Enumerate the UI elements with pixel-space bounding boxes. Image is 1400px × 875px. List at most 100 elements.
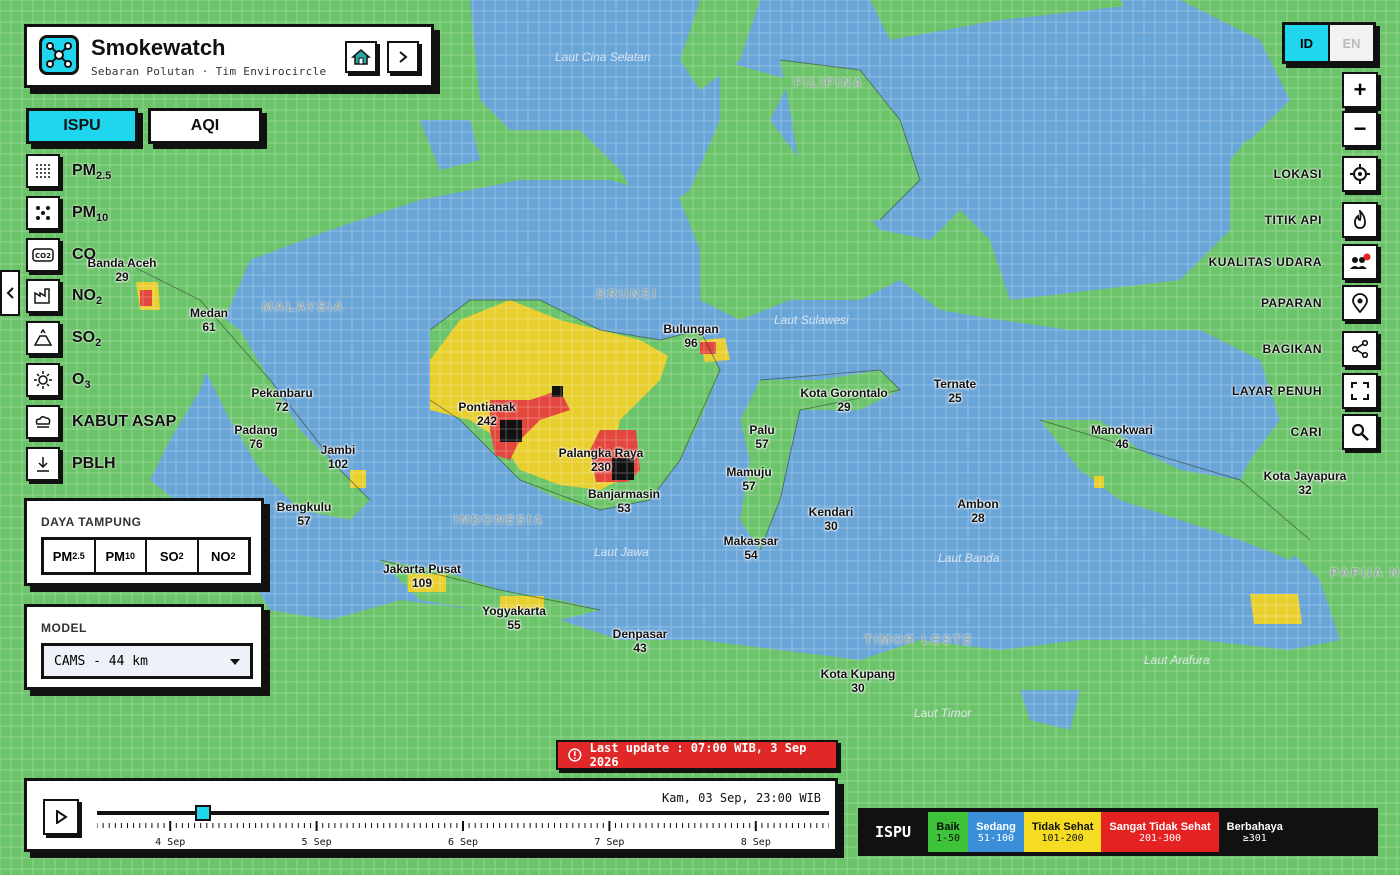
- city-value: 76: [249, 437, 263, 451]
- city-label[interactable]: Banda Aceh 29: [88, 256, 157, 284]
- pollutant-5-button[interactable]: [26, 363, 60, 397]
- smoke-cloud-icon: [35, 415, 51, 428]
- pollutant-label[interactable]: SO2: [72, 329, 101, 349]
- pollutant-1-button[interactable]: [26, 195, 60, 230]
- tool-1-button[interactable]: [1342, 202, 1378, 238]
- pollutant-0-button[interactable]: [26, 154, 60, 188]
- dt-no2-button[interactable]: NO 2: [198, 540, 248, 572]
- tool-label: LOKASI: [1273, 167, 1322, 181]
- legend-label: Baik: [936, 820, 960, 833]
- pollutant-name: PM: [72, 203, 96, 221]
- pollutant-3-button[interactable]: [26, 279, 60, 314]
- city-label[interactable]: Pontianak 242: [458, 400, 515, 428]
- collapse-sidebar-button[interactable]: [0, 270, 20, 316]
- timeline-ticks: [97, 821, 829, 831]
- pollutant-6-button[interactable]: [26, 404, 60, 439]
- dt-pm25-button[interactable]: PM 2.5: [44, 540, 96, 572]
- city-value: 61: [202, 320, 216, 334]
- pollutant-label[interactable]: KABUT ASAP: [72, 413, 176, 433]
- pollutant-7-button[interactable]: [26, 446, 60, 481]
- fullscreen-icon: [1351, 382, 1369, 400]
- last-update-text: Last update : 07:00 WIB, 3 Sep 2026: [589, 741, 807, 769]
- city-name: Denpasar: [612, 627, 668, 641]
- app-header: Smokewatch Sebaran Polutan · Tim Enviroc…: [24, 24, 434, 88]
- city-value: 57: [755, 437, 769, 451]
- pollutant-2-button[interactable]: CO2: [26, 237, 60, 272]
- city-label[interactable]: Kota Gorontalo 29: [800, 386, 887, 414]
- city-label[interactable]: Kendari 30: [809, 505, 854, 533]
- city-label[interactable]: Bengkulu 57: [277, 500, 332, 528]
- tab-aqi[interactable]: AQI: [148, 108, 262, 144]
- lang-id-button[interactable]: ID: [1285, 25, 1330, 61]
- city-label[interactable]: Yogyakarta 55: [482, 604, 546, 632]
- tool-4-button[interactable]: [1342, 331, 1378, 367]
- tool-label: TITIK API: [1264, 213, 1322, 227]
- legend-range: 101-200: [1041, 832, 1084, 844]
- city-label[interactable]: Medan 61: [190, 306, 228, 334]
- city-value: 29: [115, 270, 129, 284]
- city-name: Medan: [189, 306, 229, 320]
- city-label[interactable]: Manokwari 46: [1091, 423, 1153, 451]
- city-value: 30: [824, 519, 838, 533]
- pollutant-label[interactable]: PBLH: [72, 455, 116, 475]
- city-label[interactable]: Kota Jayapura 32: [1264, 469, 1347, 497]
- zoom-out-button[interactable]: −: [1342, 111, 1378, 147]
- pollutant-label[interactable]: NO2: [72, 287, 102, 307]
- city-name: Kota Jayapura: [1263, 469, 1347, 483]
- model-select[interactable]: CAMS - 44 km: [41, 643, 253, 679]
- co2-icon: CO2: [32, 247, 54, 262]
- tab-ispu[interactable]: ISPU: [26, 108, 138, 144]
- pollutant-label[interactable]: CO: [72, 246, 96, 266]
- city-label[interactable]: Pekanbaru 72: [251, 386, 312, 414]
- lang-en-button[interactable]: EN: [1330, 25, 1373, 61]
- tool-5-button[interactable]: [1342, 373, 1378, 409]
- timeline-day-label: 6 Sep: [447, 837, 479, 848]
- country-label: FILIPINA: [794, 75, 865, 90]
- city-label[interactable]: Ambon 28: [957, 497, 998, 525]
- tool-6-button[interactable]: [1342, 414, 1378, 450]
- legend-label: Tidak Sehat: [1031, 820, 1094, 833]
- city-name: Padang: [234, 423, 278, 437]
- city-label[interactable]: Palangka Raya 230: [559, 446, 644, 474]
- city-name: Bengkulu: [276, 500, 332, 514]
- pollutant-label[interactable]: O3: [72, 371, 91, 391]
- pollutant-label[interactable]: PM10: [72, 204, 108, 224]
- scatter-dots-icon: [36, 205, 50, 220]
- city-label[interactable]: Bulungan 96: [663, 322, 718, 350]
- city-name: Kota Gorontalo: [800, 386, 888, 400]
- people-alert-icon: [1350, 253, 1371, 269]
- city-label[interactable]: Kota Kupang 30: [821, 667, 896, 695]
- tool-3-button[interactable]: [1342, 285, 1378, 321]
- city-label[interactable]: Jakarta Pusat 109: [383, 562, 461, 590]
- city-label[interactable]: Mamuju 57: [726, 465, 771, 493]
- home-button[interactable]: [345, 41, 377, 73]
- city-label[interactable]: Makassar 54: [724, 534, 779, 562]
- sea-label: Laut Sulawesi: [774, 313, 849, 327]
- tool-2-button[interactable]: [1342, 244, 1378, 280]
- city-name: Pontianak: [458, 400, 516, 414]
- dt-so2-button[interactable]: SO 2: [147, 540, 199, 572]
- timeline-thumb[interactable]: [195, 805, 212, 821]
- pollutant-name: PBLH: [72, 454, 116, 472]
- city-label[interactable]: Palu 57: [749, 423, 774, 451]
- city-label[interactable]: Ternate 25: [934, 377, 976, 405]
- next-button[interactable]: [387, 41, 419, 73]
- city-label[interactable]: Banjarmasin 53: [588, 487, 660, 515]
- zoom-in-button[interactable]: +: [1342, 72, 1378, 108]
- dt-pm10-button[interactable]: PM 10: [95, 540, 147, 572]
- tool-0-button[interactable]: [1342, 156, 1378, 192]
- city-label[interactable]: Jambi 102: [321, 443, 356, 471]
- city-name: Kendari: [808, 505, 854, 519]
- play-button[interactable]: [43, 799, 79, 835]
- legend-range: 51-100: [977, 832, 1015, 844]
- pollutant-label[interactable]: PM2.5: [72, 162, 111, 182]
- city-value: 30: [851, 681, 865, 695]
- city-label[interactable]: Denpasar 43: [613, 627, 668, 655]
- tool-label: LAYAR PENUH: [1232, 384, 1322, 398]
- factory-icon: [34, 288, 50, 305]
- crosshair-icon: [1350, 164, 1370, 184]
- location-pin-icon: [1352, 293, 1368, 313]
- tool-label: PAPARAN: [1260, 296, 1322, 310]
- pollutant-4-button[interactable]: [26, 321, 60, 356]
- city-label[interactable]: Padang 76: [234, 423, 277, 451]
